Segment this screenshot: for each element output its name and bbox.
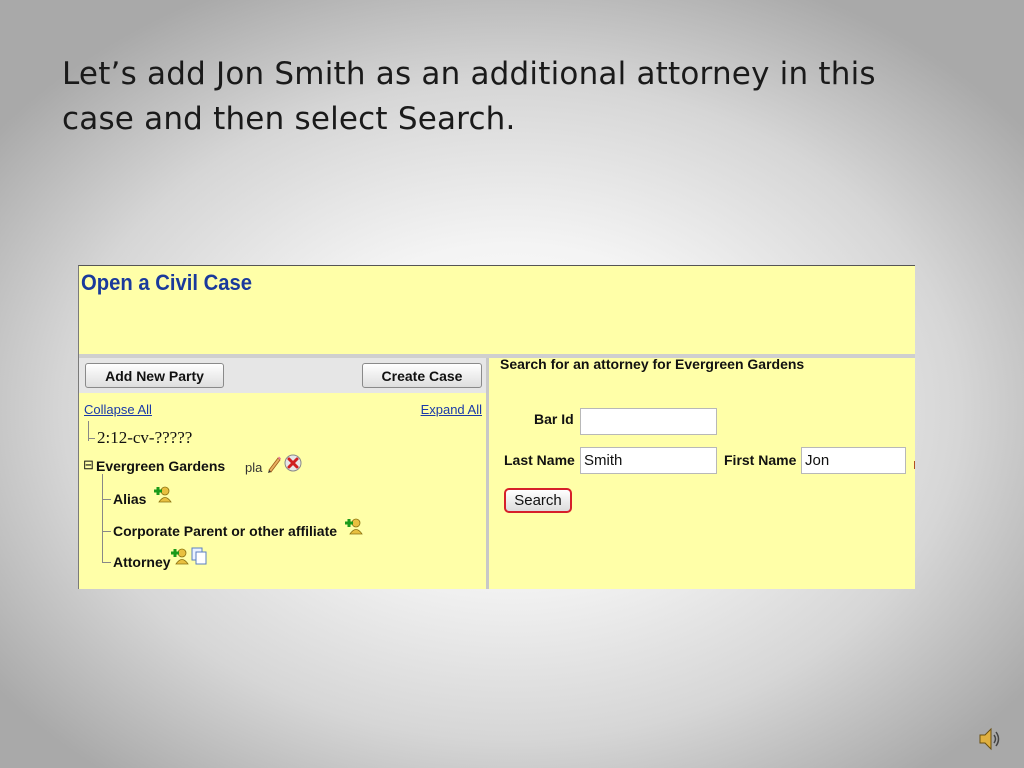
last-name-input[interactable]	[580, 447, 717, 474]
party-role: pla	[245, 460, 263, 475]
create-case-button[interactable]: Create Case	[362, 363, 482, 388]
party-toolbar: Add New Party Create Case	[79, 358, 486, 393]
bar-id-input[interactable]	[580, 408, 717, 435]
delete-x-icon[interactable]	[284, 454, 302, 477]
copy-icon[interactable]	[191, 547, 208, 570]
speaker-icon[interactable]	[978, 726, 1002, 757]
first-name-label: First Name	[724, 452, 797, 468]
slide-heading: Let’s add Jon Smith as an additional att…	[62, 56, 876, 137]
truncated-field-edge	[914, 461, 915, 469]
party-tree-pane: Add New Party Create Case Collapse All E…	[79, 358, 489, 589]
last-name-label: Last Name	[504, 452, 575, 468]
collapse-all-link[interactable]: Collapse All	[84, 402, 152, 417]
add-corporate-parent-icon[interactable]	[345, 517, 363, 540]
tree-item-corporate-parent: Corporate Parent or other affiliate	[113, 523, 338, 539]
search-button[interactable]: Search	[504, 488, 572, 513]
case-number: 2:12-cv-?????	[97, 428, 193, 447]
add-new-party-button[interactable]: Add New Party	[85, 363, 224, 388]
tree-connector	[102, 499, 111, 500]
bar-id-label: Bar Id	[534, 411, 574, 427]
tree-connector	[102, 474, 103, 562]
tree-item-attorney: Attorney	[113, 554, 171, 570]
first-name-input[interactable]	[801, 447, 906, 474]
pencil-icon[interactable]	[266, 455, 282, 478]
party-name[interactable]: Evergreen Gardens	[96, 458, 225, 474]
add-attorney-icon[interactable]	[171, 547, 189, 570]
tree-connector	[88, 438, 95, 439]
civil-case-window: Open a Civil Case Add New Party Create C…	[78, 265, 915, 589]
party-collapse-toggle[interactable]: ⊟	[83, 457, 94, 473]
expand-all-link[interactable]: Expand All	[421, 402, 482, 417]
tree-item-alias: Alias	[113, 491, 147, 507]
add-alias-icon[interactable]	[154, 485, 172, 508]
tree-connector	[102, 531, 111, 532]
attorney-search-pane: Search for an attorney for Evergreen Gar…	[489, 356, 915, 589]
tree-connector	[102, 562, 111, 563]
page-title: Open a Civil Case	[81, 270, 252, 295]
search-heading: Search for an attorney for Evergreen Gar…	[500, 356, 805, 372]
